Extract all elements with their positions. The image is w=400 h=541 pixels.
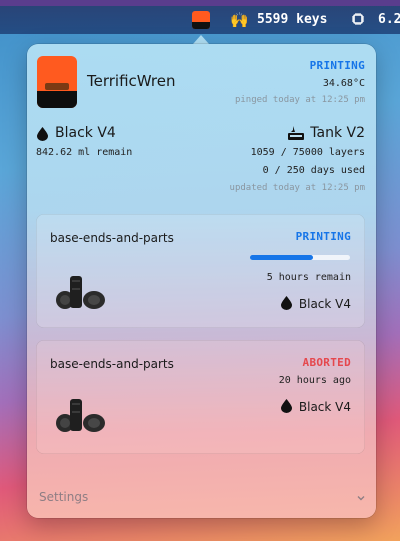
print-thumbnail [56,399,105,432]
job-time-ago: 20 hours ago [278,375,351,386]
tank-icon [288,126,304,140]
menu-bar-status-text[interactable]: 6.2 [378,11,400,29]
printer-temperature: 34.68°C [322,78,365,89]
settings-bar[interactable]: Settings [27,480,376,518]
printer-status: PRINTING [309,59,365,72]
pinged-timestamp: pinged today at 12:25 pm [234,95,365,105]
updated-timestamp: updated today at 12:25 pm [229,183,365,193]
printer-icon-base [37,91,77,108]
job-time-remaining: 5 hours remain [266,272,351,283]
menu-bar: 🙌 5599 keys 6.2 [0,0,400,34]
job-progress-fill [250,255,313,260]
raise-hands-icon[interactable]: 🙌 [230,11,249,29]
printer-app-icon[interactable] [192,11,210,29]
resin-drop-icon [37,127,48,141]
keys-count[interactable]: 5599 keys [257,11,327,29]
job-card-aborted[interactable]: base-ends-and-parts ABORTED 20 hours ago… [36,340,365,454]
job-name: base-ends-and-parts [50,231,174,245]
job-status: ABORTED [302,356,351,369]
printer-popover: TerrificWren PRINTING 34.68°C pinged tod… [27,44,376,518]
resin-remaining: 842.62 ml remain [36,147,133,158]
menu-bar-top-stripe [0,0,400,6]
chip-icon[interactable] [351,12,365,26]
resin-name: Black V4 [55,125,116,141]
job-resin: Black V4 [298,297,351,311]
printer-name: TerrificWren [87,72,176,90]
printer-icon-plate [45,83,69,90]
tank-name: Tank V2 [310,125,365,141]
print-thumbnail [56,276,105,309]
job-status: PRINTING [295,230,351,243]
chevron-down-icon[interactable] [356,493,366,503]
resin-drop-icon [281,296,292,310]
resin-drop-icon [281,399,292,413]
job-card-printing[interactable]: base-ends-and-parts PRINTING 5 hours rem… [36,214,365,328]
job-resin: Black V4 [298,400,351,414]
popover-pointer [193,35,209,44]
settings-label[interactable]: Settings [39,490,88,504]
tank-layers: 1059 / 75000 layers [250,147,365,158]
job-name: base-ends-and-parts [50,357,174,371]
job-progress-bar [250,255,350,260]
tank-days-used: 0 / 250 days used [262,165,365,176]
printer-icon [37,56,77,108]
